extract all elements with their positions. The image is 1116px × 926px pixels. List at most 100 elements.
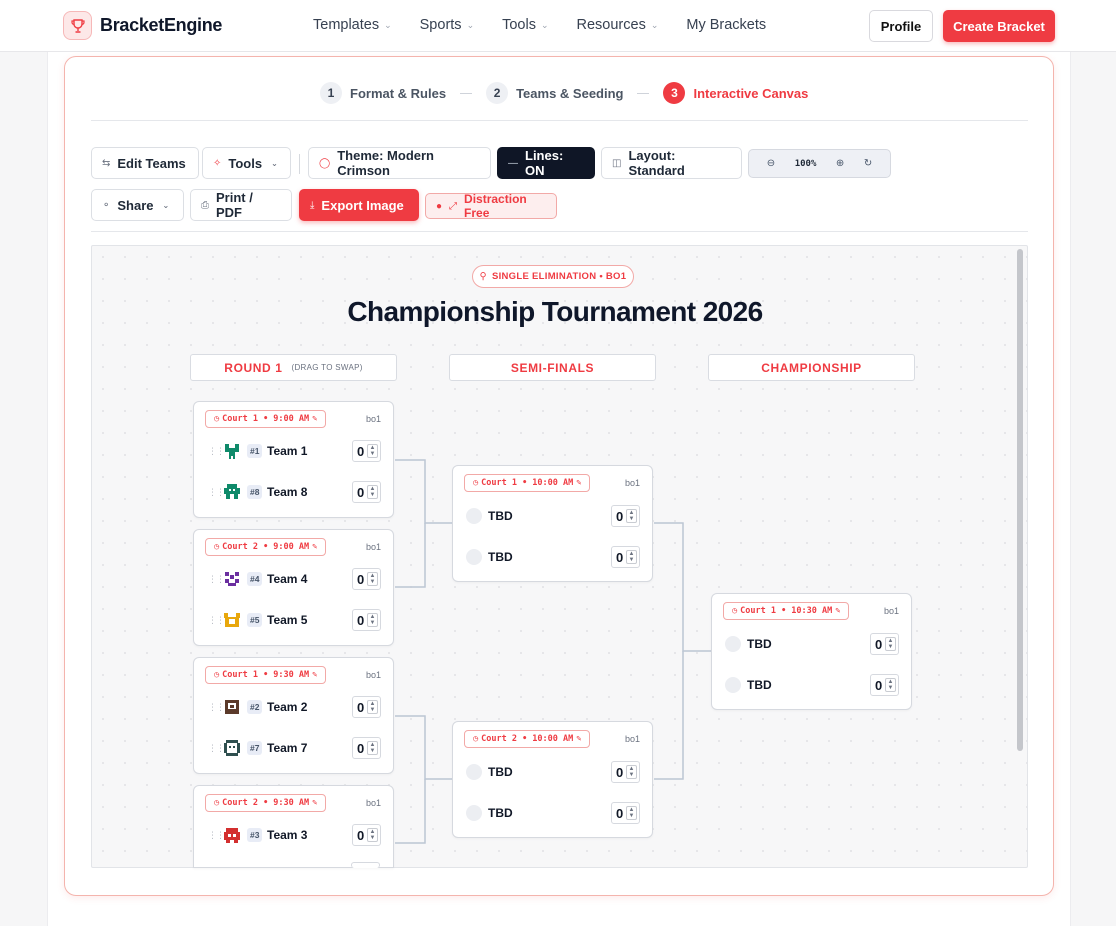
stepper-icon[interactable]: ▲ ▼	[626, 550, 637, 564]
format-badge-label: SINGLE ELIMINATION • BO1	[491, 271, 627, 282]
reset-zoom-icon[interactable]: ↻	[864, 158, 872, 169]
match-card-r1-2[interactable]: ◷ Court 2 • 9:00 AM ✎ bo1 ⋮⋮ #4 Team 4 0 ▲ ▼…	[193, 529, 394, 646]
match-time: Court 1 • 9:00 AM	[222, 414, 310, 424]
theme-button[interactable]: ◯ Theme: Modern Crimson	[308, 147, 491, 179]
bracket-title[interactable]: Championship Tournament 2026	[250, 296, 860, 328]
drag-handle-icon[interactable]: ⋮⋮	[208, 615, 225, 626]
team-avatar	[223, 611, 241, 629]
team-seed: #7	[247, 741, 263, 755]
score-input[interactable]: 0 ▲ ▼	[611, 505, 640, 527]
score-input[interactable]: 0 ▲ ▼	[352, 481, 381, 503]
score-value: 0	[616, 508, 624, 524]
clock-icon: ◷	[473, 734, 479, 744]
zoom-level: 100%	[794, 158, 817, 169]
print-pdf-button[interactable]: ⎙ Print / PDF	[190, 189, 292, 221]
round-hint: (DRAG TO SWAP)	[291, 363, 363, 372]
score-input[interactable]: 0 ▲ ▼	[352, 737, 381, 759]
match-card-semi-1[interactable]: ◷ Court 1 • 10:00 AM ✎ bo1 TBD 0 ▲ ▼ TBD 0 ▲ ▼	[452, 465, 653, 582]
stepper-icon[interactable]: ▲ ▼	[626, 806, 637, 820]
team-slot[interactable]: TBD 0 ▲ ▼	[453, 759, 653, 785]
drag-handle-icon[interactable]: ⋮⋮	[208, 743, 225, 754]
nav-templates[interactable]: Templates ⌄	[313, 17, 392, 33]
match-card-final[interactable]: ◷ Court 1 • 10:30 AM ✎ bo1 TBD 0 ▲ ▼ TBD 0 ▲ ▼	[711, 593, 912, 710]
stepper-icon[interactable]: ▲ ▼	[885, 678, 896, 692]
team-slot[interactable]: TBD 0 ▲ ▼	[453, 800, 653, 826]
step-canvas[interactable]: 3 Interactive Canvas	[663, 82, 808, 104]
stepper-icon[interactable]: ▲ ▼	[367, 828, 378, 842]
logo[interactable]: BracketEngine	[63, 11, 222, 40]
team-slot[interactable]: TBD 0 ▲ ▼	[453, 503, 653, 529]
export-image-button[interactable]: ⤓ Export Image	[299, 189, 419, 221]
nav-resources[interactable]: Resources ⌄	[577, 17, 659, 33]
zoom-in-icon[interactable]: ⊕	[836, 158, 844, 169]
score-input[interactable]: 0 ▲ ▼	[870, 633, 899, 655]
step-teams[interactable]: 2 Teams & Seeding	[486, 82, 623, 104]
score-input[interactable]: 0 ▲ ▼	[352, 440, 381, 462]
match-time-badge[interactable]: ◷ Court 2 • 9:00 AM ✎	[205, 538, 327, 556]
team-avatar	[223, 483, 241, 501]
match-time-badge[interactable]: ◷ Court 1 • 10:00 AM ✎	[464, 474, 591, 492]
match-time: Court 1 • 10:30 AM	[740, 606, 833, 616]
team-slot[interactable]: ⋮⋮ #2 Team 2 0 ▲ ▼	[194, 694, 394, 720]
stepper-icon[interactable]: ▲ ▼	[626, 509, 637, 523]
share-dropdown[interactable]: ⚬ Share ⌄	[91, 189, 184, 221]
team-slot[interactable]: TBD 0 ▲ ▼	[712, 631, 912, 657]
stepper-icon[interactable]: ▲ ▼	[367, 572, 378, 586]
edit-teams-button[interactable]: ⇆ Edit Teams	[91, 147, 199, 179]
match-card-r1-1[interactable]: ◷ Court 1 • 9:00 AM ✎ bo1 ⋮⋮ #1 Team 1 0 ▲ ▼…	[193, 401, 394, 518]
score-input[interactable]: 0 ▲ ▼	[352, 696, 381, 718]
profile-button[interactable]: Profile	[869, 10, 933, 42]
match-time-badge[interactable]: ◷ Court 2 • 10:00 AM ✎	[464, 730, 591, 748]
match-card-semi-2[interactable]: ◷ Court 2 • 10:00 AM ✎ bo1 TBD 0 ▲ ▼ TBD 0 ▲ ▼	[452, 721, 653, 838]
drag-handle-icon[interactable]: ⋮⋮	[208, 702, 225, 713]
team-slot[interactable]: ⋮⋮ #3 Team 3 0 ▲ ▼	[194, 822, 394, 848]
stepper-icon[interactable]: ▲ ▼	[367, 700, 378, 714]
distraction-free-button[interactable]: ● ⤢ Distraction Free	[425, 192, 557, 220]
step-format[interactable]: 1 Format & Rules	[320, 82, 446, 104]
edit-icon: ✎	[576, 734, 582, 744]
canvas-scrollbar[interactable]	[1017, 249, 1023, 751]
clock-icon: ◷	[214, 798, 220, 808]
stepper-icon[interactable]: ▲ ▼	[626, 765, 637, 779]
score-input[interactable]	[351, 862, 380, 868]
zoom-out-icon[interactable]: ⊖	[767, 158, 775, 169]
team-slot[interactable]: ⋮⋮ #5 Team 5 0 ▲ ▼	[194, 607, 394, 633]
match-card-r1-4[interactable]: ◷ Court 2 • 9:30 AM ✎ bo1 ⋮⋮ #3 Team 3 0 ▲ ▼	[193, 785, 394, 868]
drag-handle-icon[interactable]: ⋮⋮	[208, 487, 225, 498]
lines-toggle[interactable]: — Lines: ON	[497, 147, 595, 179]
score-input[interactable]: 0 ▲ ▼	[870, 674, 899, 696]
team-slot[interactable]: ⋮⋮ #4 Team 4 0 ▲ ▼	[194, 566, 394, 592]
match-time-badge[interactable]: ◷ Court 1 • 9:30 AM ✎	[205, 666, 327, 684]
nav-sports[interactable]: Sports ⌄	[420, 17, 474, 33]
team-avatar	[223, 442, 241, 460]
match-time-badge[interactable]: ◷ Court 2 • 9:30 AM ✎	[205, 794, 327, 812]
match-card-r1-3[interactable]: ◷ Court 1 • 9:30 AM ✎ bo1 ⋮⋮ #2 Team 2 0 ▲ ▼…	[193, 657, 394, 774]
nav-tools[interactable]: Tools ⌄	[502, 17, 548, 33]
match-time-badge[interactable]: ◷ Court 1 • 10:30 AM ✎	[723, 602, 850, 620]
stepper-icon[interactable]: ▲ ▼	[367, 485, 378, 499]
team-slot[interactable]: ⋮⋮ #1 Team 1 0 ▲ ▼	[194, 438, 394, 464]
stepper-icon[interactable]: ▲ ▼	[367, 613, 378, 627]
team-slot[interactable]: ⋮⋮ #8 Team 8 0 ▲ ▼	[194, 479, 394, 505]
stepper-icon[interactable]: ▲ ▼	[367, 444, 378, 458]
drag-handle-icon[interactable]: ⋮⋮	[208, 830, 225, 841]
stepper-icon[interactable]: ▲ ▼	[367, 741, 378, 755]
divider	[91, 120, 1028, 121]
drag-handle-icon[interactable]: ⋮⋮	[208, 446, 225, 457]
nav-my-brackets[interactable]: My Brackets	[686, 17, 766, 33]
stepper-icon[interactable]: ▲ ▼	[885, 637, 896, 651]
score-input[interactable]: 0 ▲ ▼	[611, 546, 640, 568]
team-slot[interactable]: TBD 0 ▲ ▼	[453, 544, 653, 570]
match-time-badge[interactable]: ◷ Court 1 • 9:00 AM ✎	[205, 410, 327, 428]
tools-dropdown[interactable]: ✧ Tools ⌄	[202, 147, 291, 179]
score-input[interactable]: 0 ▲ ▼	[611, 761, 640, 783]
score-input[interactable]: 0 ▲ ▼	[352, 568, 381, 590]
score-input[interactable]: 0 ▲ ▼	[352, 824, 381, 846]
drag-handle-icon[interactable]: ⋮⋮	[208, 574, 225, 585]
score-input[interactable]: 0 ▲ ▼	[611, 802, 640, 824]
team-slot[interactable]: TBD 0 ▲ ▼	[712, 672, 912, 698]
score-input[interactable]: 0 ▲ ▼	[352, 609, 381, 631]
create-bracket-button[interactable]: Create Bracket	[943, 10, 1055, 42]
layout-button[interactable]: ◫ Layout: Standard	[601, 147, 742, 179]
team-slot[interactable]: ⋮⋮ #7 Team 7 0 ▲ ▼	[194, 735, 394, 761]
